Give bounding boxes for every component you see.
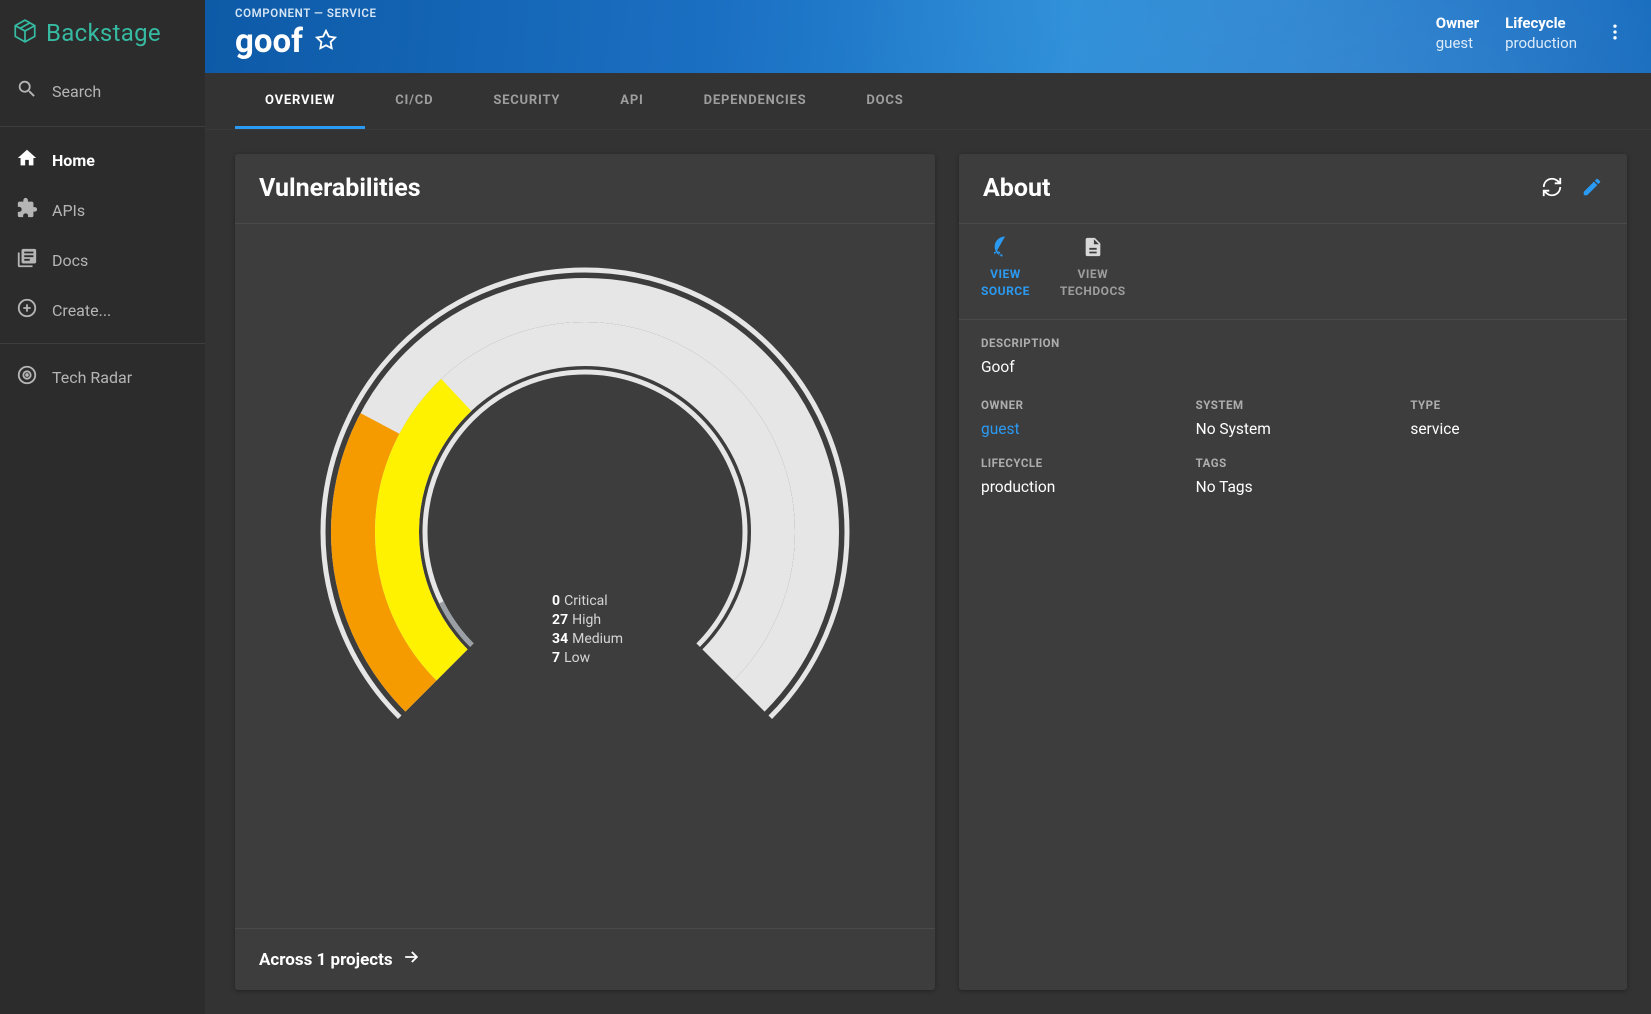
about-owner: OWNER guest bbox=[981, 398, 1176, 438]
meta-label: Owner bbox=[1436, 14, 1479, 32]
home-icon bbox=[16, 147, 38, 173]
sidebar-item-label: Tech Radar bbox=[52, 368, 132, 387]
header-meta-lifecycle: Lifecycle production bbox=[1505, 14, 1577, 52]
library-books-icon bbox=[16, 247, 38, 273]
field-value: production bbox=[981, 478, 1176, 496]
github-icon bbox=[994, 236, 1016, 262]
backstage-logo-icon bbox=[12, 18, 38, 48]
legend-critical: 0Critical bbox=[552, 592, 623, 611]
about-lifecycle: LIFECYCLE production bbox=[981, 456, 1176, 496]
about-system: SYSTEM No System bbox=[1196, 398, 1391, 438]
sidebar-item-label: APIs bbox=[52, 201, 85, 220]
target-icon bbox=[16, 364, 38, 390]
sidebar-item-docs[interactable]: Docs bbox=[0, 235, 205, 285]
document-icon bbox=[1082, 236, 1104, 262]
page-header: COMPONENT — SERVICE goof Owner guest Lif… bbox=[205, 0, 1651, 73]
sidebar-item-label: Home bbox=[52, 151, 95, 170]
view-techdocs-link[interactable]: VIEW TECHDOCS bbox=[1060, 236, 1126, 301]
page-title: goof bbox=[235, 22, 303, 61]
sidebar-logo[interactable]: Backstage bbox=[0, 0, 205, 68]
field-value: No Tags bbox=[1196, 478, 1391, 496]
card-header: Vulnerabilities bbox=[235, 154, 935, 224]
link-label: VIEW SOURCE bbox=[981, 266, 1030, 301]
nav-primary: Home APIs Docs Create... bbox=[0, 127, 205, 343]
footer-text: Across 1 projects bbox=[259, 950, 393, 970]
nav-secondary: Tech Radar bbox=[0, 344, 205, 410]
add-circle-icon bbox=[16, 297, 38, 323]
legend-low: 7Low bbox=[552, 649, 623, 668]
owner-link[interactable]: guest bbox=[981, 420, 1176, 438]
star-icon[interactable] bbox=[315, 29, 337, 55]
content: Vulnerabilities 0Critical 27High 34Mediu… bbox=[205, 130, 1651, 1014]
about-tags: TAGS No Tags bbox=[1196, 456, 1391, 496]
main: COMPONENT — SERVICE goof Owner guest Lif… bbox=[205, 0, 1651, 1014]
extension-icon bbox=[16, 197, 38, 223]
more-icon[interactable] bbox=[1603, 14, 1627, 46]
sidebar-item-apis[interactable]: APIs bbox=[0, 185, 205, 235]
vulnerabilities-footer[interactable]: Across 1 projects bbox=[235, 928, 935, 990]
search-label: Search bbox=[52, 82, 101, 101]
card-title: About bbox=[983, 174, 1050, 203]
sidebar-search[interactable]: Search bbox=[0, 68, 205, 126]
sidebar-item-label: Docs bbox=[52, 251, 88, 270]
tab-cicd[interactable]: CI/CD bbox=[365, 73, 463, 129]
tab-dependencies[interactable]: DEPENDENCIES bbox=[674, 73, 837, 129]
tab-api[interactable]: API bbox=[590, 73, 673, 129]
sidebar-item-home[interactable]: Home bbox=[0, 135, 205, 185]
field-label: DESCRIPTION bbox=[981, 336, 1605, 350]
field-label: TYPE bbox=[1410, 398, 1605, 412]
tab-security[interactable]: SECURITY bbox=[463, 73, 590, 129]
field-label: LIFECYCLE bbox=[981, 456, 1176, 470]
legend-high: 27High bbox=[552, 611, 623, 630]
field-value: service bbox=[1410, 420, 1605, 438]
view-source-link[interactable]: VIEW SOURCE bbox=[981, 236, 1030, 301]
meta-value: production bbox=[1505, 34, 1577, 52]
sidebar: Backstage Search Home APIs Docs Create..… bbox=[0, 0, 205, 1014]
about-card: About VIEW SOURCE VIEW TECHDOCS DESCRIPT… bbox=[959, 154, 1627, 990]
app-name: Backstage bbox=[46, 19, 161, 47]
refresh-icon[interactable] bbox=[1541, 176, 1563, 202]
link-label: VIEW TECHDOCS bbox=[1060, 266, 1126, 301]
meta-value: guest bbox=[1436, 34, 1479, 52]
gauge-chart bbox=[265, 242, 905, 802]
about-type: TYPE service bbox=[1410, 398, 1605, 438]
tabs: OVERVIEW CI/CD SECURITY API DEPENDENCIES… bbox=[205, 73, 1651, 130]
about-links: VIEW SOURCE VIEW TECHDOCS bbox=[959, 224, 1627, 320]
vulnerabilities-card: Vulnerabilities 0Critical 27High 34Mediu… bbox=[235, 154, 935, 990]
legend-medium: 34Medium bbox=[552, 630, 623, 649]
tab-docs[interactable]: DOCS bbox=[836, 73, 933, 129]
card-header: About bbox=[959, 154, 1627, 224]
header-meta-owner: Owner guest bbox=[1436, 14, 1479, 52]
field-label: TAGS bbox=[1196, 456, 1391, 470]
meta-label: Lifecycle bbox=[1505, 14, 1577, 32]
gauge-legend: 0Critical 27High 34Medium 7Low bbox=[552, 592, 623, 668]
sidebar-item-label: Create... bbox=[52, 301, 111, 320]
vulnerabilities-body: 0Critical 27High 34Medium 7Low bbox=[235, 224, 935, 928]
field-value: No System bbox=[1196, 420, 1391, 438]
about-grid: OWNER guest SYSTEM No System TYPE servic… bbox=[959, 382, 1627, 530]
breadcrumb: COMPONENT — SERVICE bbox=[235, 6, 377, 20]
about-description: DESCRIPTION Goof bbox=[959, 320, 1627, 382]
field-value: Goof bbox=[981, 358, 1605, 376]
sidebar-item-create[interactable]: Create... bbox=[0, 285, 205, 335]
sidebar-item-tech-radar[interactable]: Tech Radar bbox=[0, 352, 205, 402]
arrow-right-icon bbox=[401, 947, 421, 972]
field-label: SYSTEM bbox=[1196, 398, 1391, 412]
search-icon bbox=[16, 78, 38, 104]
field-label: OWNER bbox=[981, 398, 1176, 412]
card-title: Vulnerabilities bbox=[259, 174, 421, 203]
tab-overview[interactable]: OVERVIEW bbox=[235, 73, 365, 129]
edit-icon[interactable] bbox=[1581, 176, 1603, 202]
